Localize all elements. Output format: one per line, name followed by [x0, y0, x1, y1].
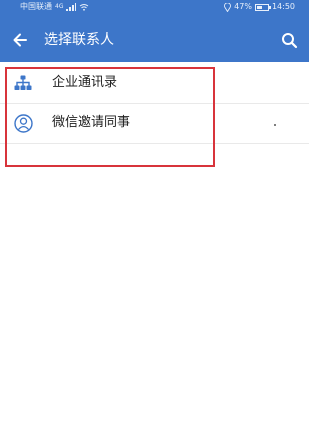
wifi-icon	[80, 4, 89, 11]
list-item-label: 微信邀请同事	[52, 115, 131, 130]
page-title: 选择联系人	[44, 32, 114, 48]
list-item-enterprise-directory[interactable]: 企业通讯录	[0, 62, 309, 104]
list-item-label: 企业通讯录	[52, 75, 118, 90]
back-button[interactable]	[8, 28, 32, 52]
clock-time: 14:50	[271, 2, 295, 11]
contact-source-list: 企业通讯录 微信邀请同事	[0, 62, 309, 144]
network-tag: 4G	[55, 3, 64, 10]
status-left: 中国联通 4G	[20, 0, 89, 14]
search-button[interactable]	[277, 28, 301, 52]
battery-icon	[254, 3, 271, 11]
person-circle-icon	[13, 113, 33, 133]
signal-icon	[66, 3, 77, 11]
dot-mark	[274, 124, 276, 126]
arrow-left-icon	[13, 33, 27, 47]
search-icon	[281, 32, 297, 48]
app-header: 中国联通 4G 47% 14:50 选择联系人	[0, 0, 309, 62]
status-bar: 中国联通 4G 47% 14:50	[0, 0, 309, 14]
status-right: 47% 14:50	[224, 0, 295, 14]
location-icon	[224, 2, 232, 12]
list-item-wechat-invite[interactable]: 微信邀请同事	[0, 104, 309, 144]
carrier-name: 中国联通	[20, 2, 52, 11]
org-chart-icon	[13, 73, 33, 93]
battery-percent: 47%	[234, 2, 252, 11]
